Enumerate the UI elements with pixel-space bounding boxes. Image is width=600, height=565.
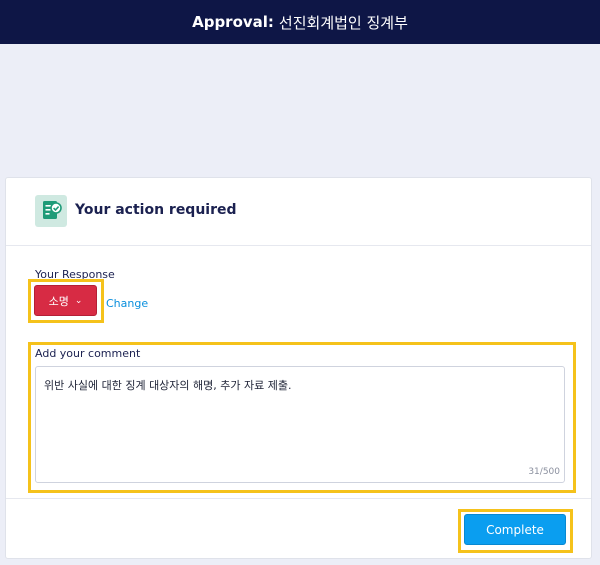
comment-textarea[interactable]: 위반 사실에 대한 징계 대상자의 해명, 추가 자료 제출. 31/500 xyxy=(35,366,565,483)
card-header: Your action required xyxy=(6,178,591,246)
action-card: Your action required Your Response 소명 ⌄ … xyxy=(5,177,592,559)
app-header: Approval: 선진회계법인 징계부 xyxy=(0,0,600,44)
header-title: 선진회계법인 징계부 xyxy=(278,13,408,32)
approval-document-check-icon xyxy=(35,195,67,227)
card-title: Your action required xyxy=(75,202,237,218)
complete-button[interactable]: Complete xyxy=(464,514,566,545)
char-count: 31/500 xyxy=(528,467,560,477)
header-title-prefix: Approval: xyxy=(192,13,274,31)
change-link[interactable]: Change xyxy=(106,297,148,310)
chevron-down-icon: ⌄ xyxy=(74,295,83,306)
footer-divider xyxy=(6,498,591,499)
response-dropdown[interactable]: 소명 ⌄ xyxy=(34,285,97,316)
response-selected-value: 소명 xyxy=(48,294,69,308)
comment-label: Add your comment xyxy=(35,347,141,360)
comment-text: 위반 사실에 대한 징계 대상자의 해명, 추가 자료 제출. xyxy=(44,379,292,392)
